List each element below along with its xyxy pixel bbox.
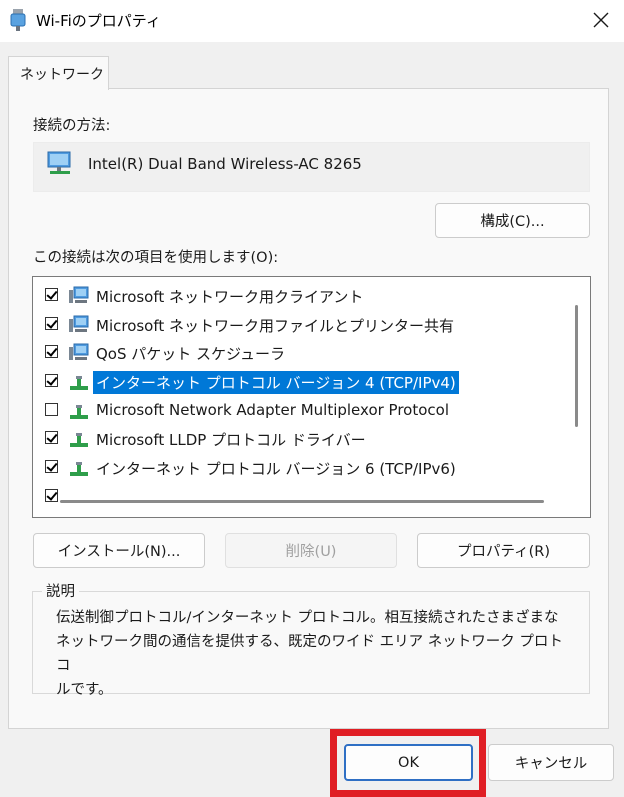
list-item[interactable]: インターネット プロトコル バージョン 4 (TCP/IPv4) — [33, 367, 563, 395]
tab-network-label: ネットワーク — [20, 67, 104, 83]
description-line: ネットワーク間の通信を提供する、既定のワイド エリア ネットワーク プロトコ — [56, 634, 563, 674]
item-checkbox — [45, 489, 58, 502]
protocol-icon — [70, 462, 88, 476]
tab-network[interactable]: ネットワーク — [8, 56, 109, 90]
item-label: QoS パケット スケジューラ — [96, 345, 285, 363]
window-title: Wi-Fiのプロパティ — [36, 12, 161, 30]
item-label: インターネット プロトコル バージョン 6 (TCP/IPv6) — [96, 460, 456, 478]
close-icon — [593, 12, 609, 28]
vertical-scrollbar[interactable] — [575, 305, 578, 427]
items-label: この接続は次の項目を使用します(O): — [33, 250, 279, 266]
network-client-icon — [69, 286, 89, 303]
item-checkbox[interactable] — [45, 345, 58, 358]
properties-button[interactable]: プロパティ(R) — [417, 533, 590, 568]
list-item[interactable]: Microsoft LLDP プロトコル ドライバー — [33, 424, 563, 452]
item-checkbox[interactable] — [45, 403, 58, 416]
adapter-name: Intel(R) Dual Band Wireless-AC 8265 — [88, 155, 362, 173]
wifi-adapter-icon — [10, 9, 26, 31]
item-label: インターネット プロトコル バージョン 4 (TCP/IPv4) — [93, 371, 459, 394]
install-button[interactable]: インストール(N)... — [33, 533, 205, 568]
network-share-icon — [69, 315, 89, 332]
horizontal-scrollbar[interactable] — [60, 500, 544, 503]
item-label: Microsoft ネットワーク用ファイルとプリンター共有 — [96, 317, 455, 335]
item-label: Microsoft Network Adapter Multiplexor Pr… — [96, 401, 449, 419]
description-legend: 説明 — [42, 580, 79, 601]
network-adapter-icon — [47, 151, 71, 174]
list-item[interactable]: QoS パケット スケジューラ — [33, 338, 563, 366]
list-item[interactable]: Microsoft ネットワーク用ファイルとプリンター共有 — [33, 310, 563, 338]
item-label: Microsoft ネットワーク用クライアント — [96, 288, 364, 306]
title-bar: Wi-Fiのプロパティ — [0, 0, 624, 42]
list-item[interactable]: Microsoft ネットワーク用クライアント — [33, 281, 563, 309]
description-line: ルです。 — [56, 682, 113, 698]
item-checkbox[interactable] — [45, 288, 58, 301]
component-list[interactable]: Microsoft ネットワーク用クライアント Microsoft ネットワーク… — [32, 276, 591, 518]
configure-button[interactable]: 構成(C)... — [435, 203, 590, 238]
list-item-partial — [33, 482, 563, 510]
item-checkbox[interactable] — [45, 374, 58, 387]
network-service-icon — [69, 343, 89, 360]
description-text: 伝送制御プロトコル/インターネット プロトコル。相互接続されたさまざまな ネット… — [56, 606, 576, 702]
item-checkbox[interactable] — [45, 317, 58, 330]
cancel-button[interactable]: キャンセル — [488, 744, 614, 781]
item-checkbox[interactable] — [45, 431, 58, 444]
list-item[interactable]: インターネット プロトコル バージョン 6 (TCP/IPv6) — [33, 453, 563, 481]
connect-using-label: 接続の方法: — [33, 118, 111, 134]
highlight-box — [330, 729, 486, 797]
protocol-icon — [70, 376, 88, 390]
item-checkbox[interactable] — [45, 460, 58, 473]
description-line: 伝送制御プロトコル/インターネット プロトコル。相互接続されたさまざまな — [56, 610, 559, 626]
adapter-field: Intel(R) Dual Band Wireless-AC 8265 — [33, 142, 590, 192]
protocol-icon — [70, 405, 88, 419]
uninstall-button[interactable]: 削除(U) — [225, 533, 397, 568]
item-label: Microsoft LLDP プロトコル ドライバー — [96, 431, 366, 449]
list-item[interactable]: Microsoft Network Adapter Multiplexor Pr… — [33, 396, 563, 424]
close-button[interactable] — [578, 0, 624, 40]
protocol-icon — [70, 433, 88, 447]
